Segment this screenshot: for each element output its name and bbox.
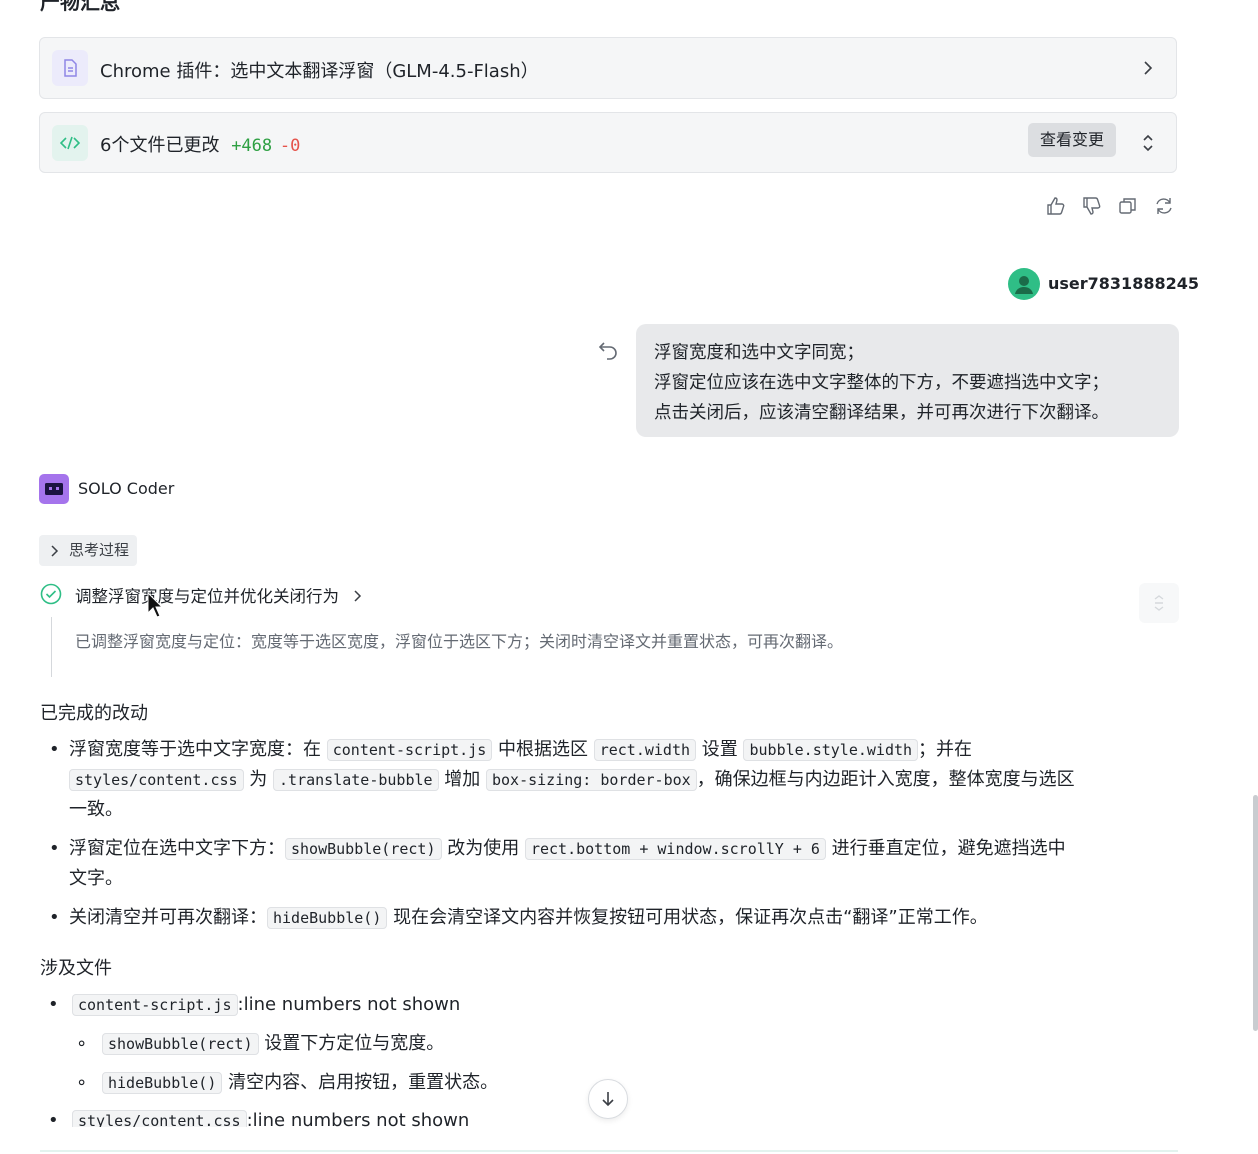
step-description: 已调整浮窗宽度与定位：宽度等于选区宽度，浮窗位于选区下方；关闭时清空译文并重置状…: [75, 632, 844, 651]
inline-code: hideBubble(): [267, 907, 388, 929]
inline-code: bubble.style.width: [743, 739, 919, 761]
chevron-right-icon: [51, 545, 59, 557]
step-title-text: 调整浮窗宽度与定位并优化关闭行为: [75, 587, 339, 606]
additions-count: +468: [231, 136, 273, 156]
inline-code: styles/content.css: [69, 769, 244, 791]
scroll-to-bottom-button[interactable]: [588, 1079, 628, 1119]
username: user7831888245: [1048, 274, 1199, 293]
collapse-step-button[interactable]: [1139, 583, 1179, 623]
copy-icon[interactable]: [1118, 196, 1138, 216]
files-heading: 涉及文件: [40, 958, 112, 979]
changes-card: 6个文件已更改 +468 -0 查看变更: [39, 112, 1177, 173]
code-icon: [52, 125, 88, 161]
thumbs-up-icon[interactable]: [1046, 196, 1066, 216]
list-item: • 关闭清空并可再次翻译： hideBubble() 现在会清空译文内容并恢复按钮…: [49, 907, 988, 929]
check-circle-icon: [40, 583, 62, 609]
artifact-title: Chrome 插件：选中文本翻译浮窗（GLM-4.5-Flash）: [100, 61, 539, 82]
inline-code: showBubble(rect): [285, 838, 442, 860]
inline-code: box-sizing: border-box: [486, 769, 697, 791]
file-name: content-script.js: [72, 994, 238, 1016]
deletions-count: -0: [279, 136, 301, 156]
step-title[interactable]: 调整浮窗宽度与定位并优化关闭行为: [75, 583, 362, 607]
artifact-card[interactable]: Chrome 插件：选中文本翻译浮窗（GLM-4.5-Flash）: [39, 37, 1177, 99]
list-item: • 浮窗定位在选中文字下方： showBubble(rect) 改为使用 rect…: [49, 838, 1066, 889]
changes-summary: 6个文件已更改 +468 -0: [100, 131, 300, 157]
file-sub-item: ∘ showBubble(rect) 设置下方定位与宽度。: [76, 1033, 445, 1055]
thinking-toggle[interactable]: 思考过程: [39, 535, 138, 566]
list-item: • 浮窗宽度等于选中文字宽度：在 content-script.js 中根据选区…: [49, 739, 1075, 820]
chevron-right-icon: [354, 590, 362, 602]
changes-count: 6个文件已更改: [100, 135, 220, 156]
file-item: • content-script.js:line numbers not sho…: [48, 994, 461, 1016]
completed-heading: 已完成的改动: [40, 703, 148, 724]
agent-name: SOLO Coder: [78, 479, 175, 498]
message-line: 浮窗定位应该在选中文字整体的下方，不要遮挡选中文字；: [654, 373, 1109, 393]
section-title: 产物汇总: [40, 0, 120, 14]
scrollbar[interactable]: [1253, 795, 1258, 1031]
inline-code: .translate-bubble: [273, 769, 439, 791]
undo-icon[interactable]: [598, 340, 620, 364]
thumbs-down-icon[interactable]: [1082, 196, 1102, 216]
chevron-right-icon[interactable]: [1142, 59, 1154, 81]
thinking-label: 思考过程: [69, 541, 130, 559]
inline-code: hideBubble(): [102, 1072, 223, 1094]
avatar: [1008, 268, 1040, 300]
document-icon: [52, 50, 88, 86]
expand-collapse-icon[interactable]: [1142, 133, 1154, 157]
cursor-icon: [147, 591, 164, 624]
inline-code: content-script.js: [326, 739, 493, 761]
divider: [40, 1150, 1178, 1152]
message-line: 浮窗宽度和选中文字同宽；: [654, 343, 864, 363]
regenerate-icon[interactable]: [1154, 196, 1174, 216]
message-line: 点击关闭后，应该清空翻译结果，并可再次进行下次翻译。: [654, 403, 1109, 423]
agent-logo-icon: [39, 474, 69, 504]
inline-code: showBubble(rect): [102, 1033, 259, 1055]
view-changes-button[interactable]: 查看变更: [1027, 123, 1116, 157]
file-sub-item: ∘ hideBubble() 清空内容、启用按钮，重置状态。: [76, 1072, 499, 1094]
inline-code: rect.bottom + window.scrollY + 6: [524, 838, 826, 860]
user-message-bubble: 浮窗宽度和选中文字同宽； 浮窗定位应该在选中文字整体的下方，不要遮挡选中文字； …: [636, 324, 1179, 437]
step-timeline-line: [51, 617, 52, 677]
inline-code: rect.width: [593, 739, 697, 761]
